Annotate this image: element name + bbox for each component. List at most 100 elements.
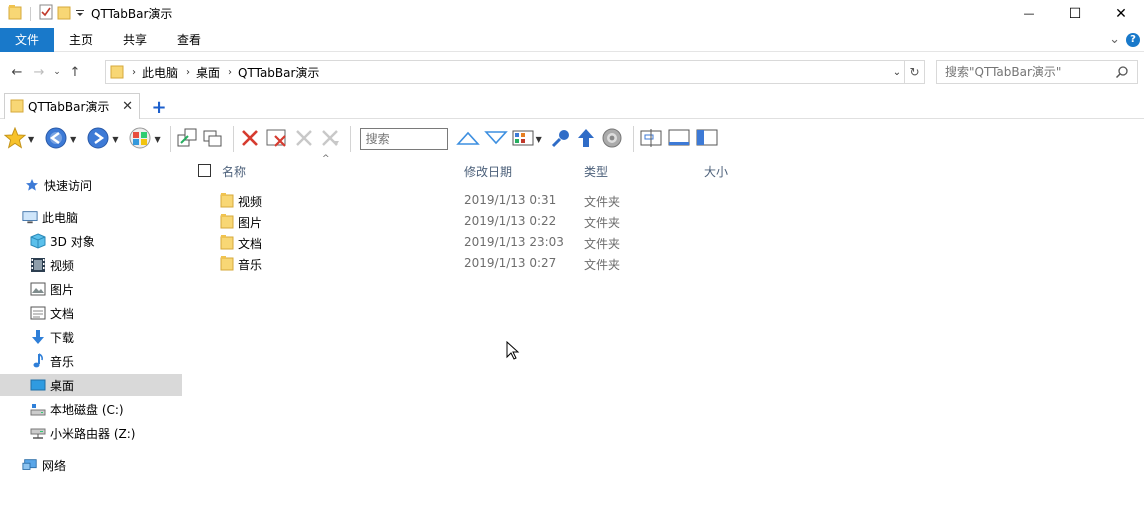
sidebar-item-this-pc[interactable]: 此电脑: [0, 206, 182, 228]
search-next-button[interactable]: [483, 124, 508, 154]
minimize-button[interactable]: —: [1006, 0, 1052, 27]
sidebar-item-documents[interactable]: 文档: [0, 302, 182, 324]
breadcrumb-this-pc[interactable]: 此电脑: [142, 64, 178, 81]
toolbar-separator: [632, 126, 634, 152]
breadcrumb-separator-icon[interactable]: ›: [186, 67, 190, 78]
address-dropdown-icon[interactable]: ⌄: [890, 61, 904, 83]
close-disabled-icon: [293, 127, 315, 152]
sidebar-item-videos[interactable]: 视频: [0, 254, 182, 276]
up-level-button[interactable]: [576, 124, 596, 154]
close-left-button[interactable]: [293, 124, 315, 154]
qt-search-box[interactable]: [359, 128, 448, 150]
pin-button[interactable]: [550, 124, 572, 154]
gear-icon: [600, 126, 624, 153]
sidebar-item-label: 快速访问: [44, 178, 93, 193]
sidebar-item-quick-access[interactable]: 快速访问: [0, 174, 182, 196]
address-bar[interactable]: › 此电脑 › 桌面 › QTTabBar演示 ⌄ ↻: [105, 60, 925, 84]
tab-home[interactable]: 主页: [54, 28, 108, 52]
column-header-size[interactable]: 大小: [704, 160, 728, 182]
maximize-button[interactable]: ☐: [1052, 0, 1098, 27]
column-header-type[interactable]: 类型: [584, 160, 608, 182]
refresh-icon[interactable]: ↻: [904, 61, 924, 83]
quick-access-toolbar: [8, 4, 85, 23]
qt-toolbar: ▼ ▼ ▼ ▼ 搜索 ▼: [0, 122, 1144, 156]
file-name: 视频: [238, 195, 263, 209]
recent-locations-button[interactable]: ⌄: [50, 60, 64, 84]
toolbar-separator: [349, 126, 351, 152]
left-pane-button[interactable]: [695, 124, 719, 154]
list-item[interactable]: 文档 2019/1/13 23:03 文件夹: [190, 232, 690, 253]
network-icon: [22, 457, 38, 473]
back-history-button[interactable]: ▼: [44, 124, 76, 154]
folder-icon: [8, 4, 22, 23]
close-button[interactable]: ✕: [1098, 0, 1144, 27]
tab-view[interactable]: 查看: [162, 28, 216, 52]
back-button[interactable]: ←: [6, 60, 28, 84]
breadcrumb-current[interactable]: QTTabBar演示: [238, 64, 319, 81]
close-others-button[interactable]: [265, 124, 289, 154]
drive-icon: [30, 401, 46, 417]
close-right-button[interactable]: [319, 124, 341, 154]
qat-customize-icon[interactable]: [75, 7, 85, 21]
select-all-checkbox[interactable]: [198, 164, 211, 177]
close-current-button[interactable]: [239, 124, 261, 154]
qt-tab[interactable]: QTTabBar演示 ✕: [4, 93, 140, 119]
sidebar-item-local-disk[interactable]: 本地磁盘 (C:): [0, 398, 182, 420]
new-tab-button[interactable]: +: [150, 96, 168, 118]
column-header-name[interactable]: 名称: [222, 160, 246, 182]
duplicate-tab-button[interactable]: [202, 124, 224, 154]
sidebar-item-network[interactable]: 网络: [0, 454, 182, 476]
file-type: 文件夹: [584, 237, 621, 251]
bottom-pane-button[interactable]: [667, 124, 691, 154]
list-item[interactable]: 音乐 2019/1/13 0:27 文件夹: [190, 253, 690, 274]
new-folder-icon[interactable]: [57, 4, 71, 23]
ribbon-collapse-icon[interactable]: ⌄: [1109, 32, 1120, 47]
forward-history-button[interactable]: ▼: [86, 124, 118, 154]
breadcrumb-separator-icon[interactable]: ›: [228, 67, 232, 78]
window-title: QTTabBar演示: [91, 7, 173, 21]
sidebar-item-label: 3D 对象: [50, 234, 95, 249]
search-icon: [1115, 65, 1129, 82]
tab-share[interactable]: 共享: [108, 28, 162, 52]
help-icon[interactable]: ?: [1126, 32, 1140, 47]
up-button[interactable]: ↑: [64, 60, 86, 84]
options-button[interactable]: [600, 124, 624, 154]
folder-icon: [220, 234, 234, 253]
groups-button[interactable]: ▼: [128, 124, 161, 154]
sidebar-item-label: 下载: [50, 330, 75, 345]
properties-icon[interactable]: [39, 4, 53, 23]
search-box[interactable]: [936, 60, 1138, 84]
favorites-button[interactable]: ▼: [3, 124, 34, 154]
qt-search-input[interactable]: [365, 132, 444, 146]
top-pane-button[interactable]: [639, 124, 663, 154]
minimize-icon: —: [1023, 7, 1035, 20]
sidebar-item-label: 音乐: [50, 354, 75, 369]
tab-file[interactable]: 文件: [0, 27, 54, 52]
sidebar-item-router-drive[interactable]: 小米路由器 (Z:): [0, 422, 182, 444]
ribbon-tabs: 文件 主页 共享 查看 ⌄ ?: [0, 27, 1144, 52]
desktop-icon: [30, 377, 46, 393]
list-item[interactable]: 视频 2019/1/13 0:31 文件夹: [190, 190, 690, 211]
computer-icon: [22, 209, 38, 225]
forward-button[interactable]: →: [28, 60, 50, 84]
folder-icon: [220, 213, 234, 232]
pin-icon: [550, 127, 572, 152]
breadcrumb-desktop[interactable]: 桌面: [196, 64, 220, 81]
column-header-date[interactable]: 修改日期: [464, 160, 512, 182]
close-tab-icon[interactable]: ✕: [122, 99, 133, 114]
sidebar-item-3d-objects[interactable]: 3D 对象: [0, 230, 182, 252]
sidebar-item-desktop[interactable]: 桌面: [0, 374, 182, 396]
clone-window-button[interactable]: [176, 124, 198, 154]
breadcrumb-separator-icon[interactable]: ›: [132, 67, 136, 78]
sidebar-item-downloads[interactable]: 下载: [0, 326, 182, 348]
navigation-pane: 快速访问 此电脑 3D 对象 视频 图片 文档 下载 音乐 桌面 本地磁盘 (C…: [0, 172, 182, 492]
view-mode-button[interactable]: ▼: [512, 124, 542, 154]
sidebar-item-pictures[interactable]: 图片: [0, 278, 182, 300]
list-item[interactable]: 图片 2019/1/13 0:22 文件夹: [190, 211, 690, 232]
search-input[interactable]: [945, 65, 1115, 79]
sidebar-item-music[interactable]: 音乐: [0, 350, 182, 372]
qat-separator: [30, 6, 31, 21]
sidebar-item-label: 桌面: [50, 378, 75, 393]
sidebar-item-label: 视频: [50, 258, 75, 273]
search-prev-button[interactable]: [455, 124, 480, 154]
